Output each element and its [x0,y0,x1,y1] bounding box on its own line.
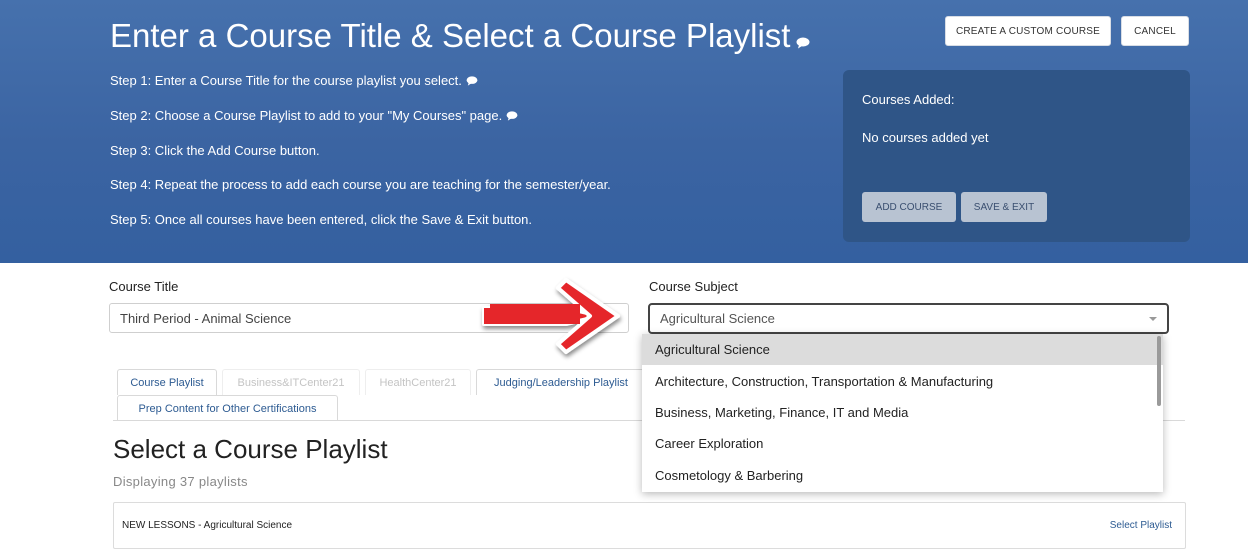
step-5: Step 5: Once all courses have been enter… [110,212,533,227]
dropdown-scrollbar[interactable] [1157,336,1161,406]
course-subject-label: Course Subject [649,279,738,294]
step-2-text: Step 2: Choose a Course Playlist to add … [110,108,503,123]
course-subject-dropdown: Agricultural Science Architecture, Const… [642,334,1163,492]
playlist-name: NEW LESSONS - Agricultural Science [122,520,293,531]
step-2: Step 2: Choose a Course Playlist to add … [110,108,518,124]
speech-bubble-icon[interactable] [466,74,478,89]
playlist-row: NEW LESSONS - Agricultural Science Selec… [113,502,1186,549]
tab-prep-content-other-certifications[interactable]: Prep Content for Other Certifications [117,395,338,421]
tab-course-playlist[interactable]: Course Playlist [117,369,217,395]
tab-judging-leadership-playlist[interactable]: Judging/Leadership Playlist [476,369,646,395]
playlist-section-title: Select a Course Playlist [113,434,388,464]
step-4: Step 4: Repeat the process to add each c… [110,177,611,192]
speech-bubble-icon[interactable] [796,19,810,57]
page-title: Enter a Course Title & Select a Course P… [110,17,810,57]
page-title-text: Enter a Course Title & Select a Course P… [110,17,791,54]
course-title-value: Third Period - Animal Science [120,310,292,326]
courses-added-panel: Courses Added: No courses added yet ADD … [843,70,1190,242]
dropdown-option-business-marketing[interactable]: Business, Marketing, Finance, IT and Med… [642,397,1163,428]
speech-bubble-icon[interactable] [506,109,518,124]
tab-business-itcenter21[interactable]: Business&ITCenter21 [222,369,360,395]
step-1: Step 1: Enter a Course Title for the cou… [110,73,478,89]
courses-added-label: Courses Added: [862,92,955,107]
add-course-button[interactable]: ADD COURSE [862,192,956,222]
course-subject-value: Agricultural Science [660,311,775,326]
dropdown-option-cosmetology[interactable]: Cosmetology & Barbering [642,460,1163,491]
playlist-count: Displaying 37 playlists [113,474,248,489]
select-playlist-link[interactable]: Select Playlist [1110,520,1172,531]
step-1-text: Step 1: Enter a Course Title for the cou… [110,73,462,88]
cancel-button[interactable]: CANCEL [1121,16,1189,46]
course-subject-select[interactable]: Agricultural Science [648,303,1169,334]
dropdown-option-career-exploration[interactable]: Career Exploration [642,428,1163,459]
dropdown-option-architecture[interactable]: Architecture, Construction, Transportati… [642,365,1163,396]
save-exit-button[interactable]: SAVE & EXIT [961,192,1047,222]
dropdown-option-agricultural-science[interactable]: Agricultural Science [642,334,1163,366]
create-custom-course-button[interactable]: CREATE A CUSTOM COURSE [945,16,1111,46]
header-banner: Enter a Course Title & Select a Course P… [0,0,1248,263]
step-3: Step 3: Click the Add Course button. [110,143,320,158]
red-arrow-icon [482,278,620,354]
course-title-label: Course Title [109,279,179,294]
tab-healthcenter21[interactable]: HealthCenter21 [365,369,471,395]
courses-empty-text: No courses added yet [862,130,989,145]
dropdown-caret-icon [1149,317,1157,321]
